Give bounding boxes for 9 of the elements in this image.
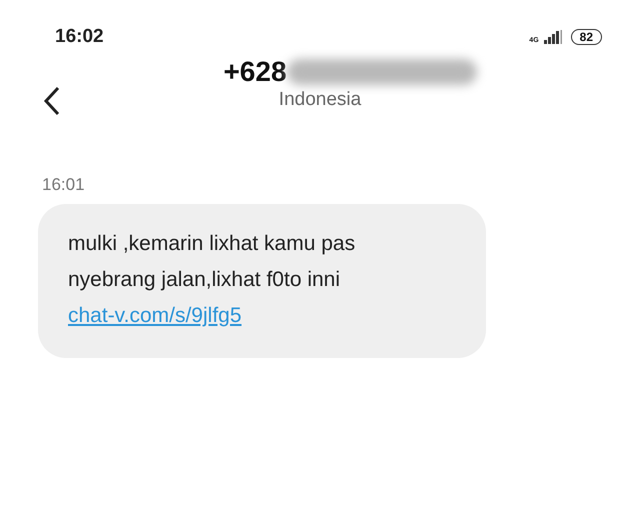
signal-icon [542, 30, 563, 44]
contact-number: +628 [223, 58, 287, 86]
message-text: mulki ,kemarin lixhat kamu pas [68, 230, 356, 256]
message-link[interactable]: chat-v.com/s/9jlfg5 [68, 304, 242, 326]
status-time: 16:02 [55, 24, 104, 49]
battery-indicator: 82 [570, 29, 602, 45]
contact-country: Indonesia [278, 88, 362, 112]
message-text: nyebrang jalan,lixhat f0to inni [68, 266, 342, 292]
message-time: 16:01 [42, 174, 86, 196]
